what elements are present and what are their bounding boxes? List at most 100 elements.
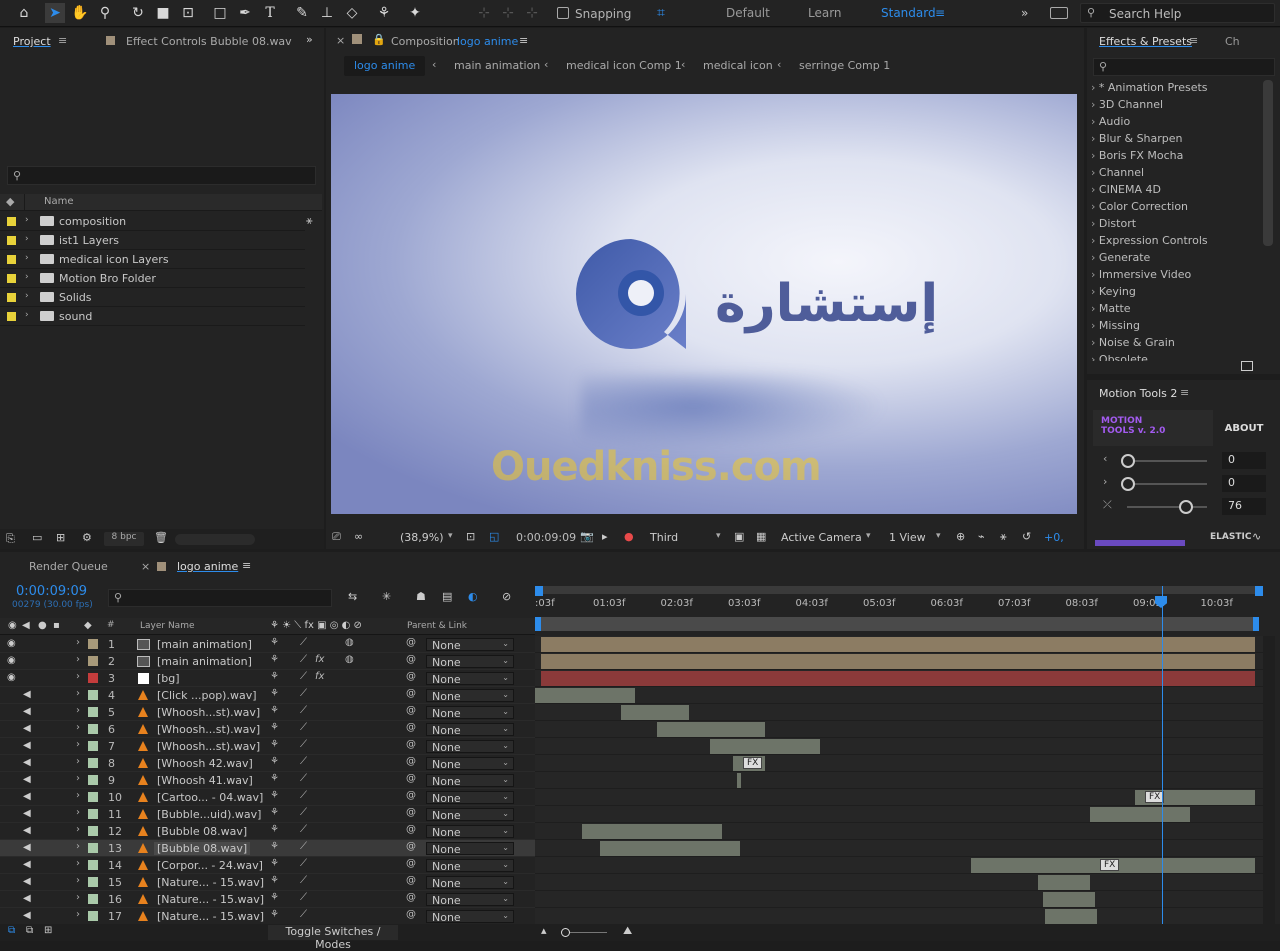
effect-category[interactable]: › Color Correction [1091,200,1188,213]
speaker-icon[interactable]: ◀ [23,876,31,887]
layer-row[interactable]: ◉ › 1 [main animation] ⚘ ⟋ ◍ @ None ⌄ [0,636,535,653]
chevron-right-icon[interactable]: › [25,272,29,282]
quality-switch-icon[interactable]: ⟋ [300,739,307,750]
layer-row[interactable]: ◀ › 12 [Bubble 08.wav] ⚘ ⟋ @ None ⌄ [0,823,535,840]
pickwhip-icon[interactable]: @ [406,773,416,784]
pickwhip-icon[interactable]: @ [406,807,416,818]
comp-menu-icon[interactable]: ≡ [519,34,528,47]
brush-tool-icon[interactable]: ✎ [292,3,312,23]
effect-category[interactable]: › * Animation Presets [1091,81,1208,94]
parent-dropdown[interactable]: None ⌄ [426,655,514,669]
navigator-start-handle[interactable] [535,586,543,596]
slider-knob[interactable] [1178,500,1193,514]
motion-blur-switch-icon[interactable]: ◍ [345,637,354,648]
speaker-icon[interactable]: ◀ [23,689,31,700]
label-swatch[interactable] [7,236,16,245]
shy-switch-icon[interactable]: ⚘ [270,739,279,750]
quality-switch-icon[interactable]: ⟋ [300,858,307,869]
chevron-right-icon[interactable]: › [76,790,80,801]
chevron-right-icon[interactable]: › [76,637,80,648]
pickwhip-icon[interactable]: @ [406,875,416,886]
pickwhip-icon[interactable]: @ [406,671,416,682]
shy-switch-icon[interactable]: ⚘ [270,841,279,852]
bit-depth-button[interactable]: 8 bpc [104,532,144,546]
layer-row[interactable]: ◀ › 7 [Whoosh...st).wav] ⚘ ⟋ @ None ⌄ [0,738,535,755]
speaker-icon[interactable]: ◀ [23,757,31,768]
layer-name[interactable]: [Bubble 08.wav] [157,825,247,838]
view-axis-icon[interactable]: ⊹ [522,3,542,23]
layer-label-swatch[interactable] [88,877,98,887]
parent-dropdown[interactable]: None ⌄ [426,876,514,890]
shy-switch-icon[interactable]: ⚘ [270,807,279,818]
speaker-icon[interactable]: ◀ [23,774,31,785]
layer-label-swatch[interactable] [88,860,98,870]
effect-category[interactable]: › Blur & Sharpen [1091,132,1183,145]
chevron-right-icon[interactable]: › [76,722,80,733]
comp-tab-name[interactable]: logo anime [457,35,518,48]
layer-name[interactable]: [Bubble...uid).wav] [157,808,261,821]
effect-category[interactable]: › Immersive Video [1091,268,1191,281]
frame-blending-icon[interactable]: ▤ [442,590,452,603]
parent-dropdown[interactable]: None ⌄ [426,842,514,856]
layer-label-swatch[interactable] [88,673,98,683]
rectangle-tool-icon[interactable]: □ [210,3,230,23]
layer-row[interactable]: ◀ › 6 [Whoosh...st).wav] ⚘ ⟋ @ None ⌄ [0,721,535,738]
layer-name[interactable]: [bg] [157,672,180,685]
shy-switch-icon[interactable]: ⚘ [270,705,279,716]
shy-switch-icon[interactable]: ⚘ [270,688,279,699]
chevron-right-icon[interactable]: › [25,310,29,320]
pickwhip-icon[interactable]: @ [406,824,416,835]
interpret-footage-icon[interactable]: ⎘ [6,532,15,546]
layer-duration-bar[interactable] [535,688,635,703]
label-icon[interactable]: ◆ [84,620,92,631]
layer-row[interactable]: ◀ › 15 [Nature... - 15.wav] ⚘ ⟋ @ None ⌄ [0,874,535,891]
workspace-standard[interactable]: Standard [881,6,936,20]
layer-row[interactable]: ◉ › 3 [bg] ⚘ ⟋ fx @ None ⌄ [0,670,535,687]
name-column-header[interactable]: Name [44,196,74,207]
speaker-icon[interactable]: ◀ [23,842,31,853]
pickwhip-icon[interactable]: @ [406,858,416,869]
effects-scrollbar[interactable] [1263,80,1273,246]
in-out-icon[interactable]: ⊞ [44,925,52,936]
breadcrumb-item[interactable]: serringe Comp 1 [789,56,900,76]
effects-search-input[interactable]: ⚲ [1093,58,1275,76]
pickwhip-icon[interactable]: @ [406,637,416,648]
chevron-right-icon[interactable]: › [25,291,29,301]
layer-label-swatch[interactable] [88,809,98,819]
layer-name[interactable]: [main animation] [157,638,252,651]
layer-name[interactable]: [Nature... - 15.wav] [157,876,264,889]
elastic-curve-icon[interactable]: ∿ [1252,530,1261,543]
layer-name[interactable]: [Whoosh...st).wav] [157,706,260,719]
chevron-right-icon[interactable]: › [76,824,80,835]
breadcrumb-item[interactable]: logo anime [344,56,426,76]
slider-knob[interactable] [1121,454,1135,468]
zoom-tool-icon[interactable]: ⚲ [95,3,115,23]
parent-dropdown[interactable]: None ⌄ [426,893,514,907]
tab-effect-controls[interactable]: Effect Controls Bubble 08.wav [126,35,292,48]
layer-row[interactable]: ◀ › 4 [Click ...pop).wav] ⚘ ⟋ @ None ⌄ [0,687,535,704]
zoom-out-icon[interactable]: ▴ [541,924,547,937]
project-item[interactable]: › medical icon Layers [0,250,305,269]
breadcrumb-item[interactable]: medical icon [693,56,783,76]
parent-dropdown[interactable]: None ⌄ [426,808,514,822]
chevron-right-icon[interactable]: › [76,841,80,852]
layer-name[interactable]: [Click ...pop).wav] [157,689,257,702]
layer-duration-bar[interactable] [621,705,689,720]
shy-switch-icon[interactable]: ⚘ [270,909,279,920]
fx-marker[interactable]: FX [1100,859,1120,871]
layer-label-swatch[interactable] [88,758,98,768]
slider-track[interactable] [1127,460,1207,462]
workspace-overflow-icon[interactable]: » [1021,6,1028,20]
chevron-right-icon[interactable]: › [76,858,80,869]
layer-row[interactable]: ◉ › 2 [main animation] ⚘ ⟋ fx ◍ @ None ⌄ [0,653,535,670]
parent-dropdown[interactable]: None ⌄ [426,791,514,805]
speaker-icon[interactable]: ◀ [23,910,31,921]
layer-row[interactable]: ◀ › 8 [Whoosh 42.wav] ⚘ ⟋ @ None ⌄ [0,755,535,772]
quality-switch-icon[interactable]: ⟋ [300,654,307,665]
label-swatch[interactable] [7,255,16,264]
motion-blur-switch-icon[interactable]: ◍ [345,654,354,665]
layer-duration-bar[interactable] [582,824,722,839]
snap-mode-icon[interactable]: ⌗ [651,3,671,23]
layer-label-swatch[interactable] [88,775,98,785]
shy-switch-icon[interactable]: ⚘ [270,654,279,665]
